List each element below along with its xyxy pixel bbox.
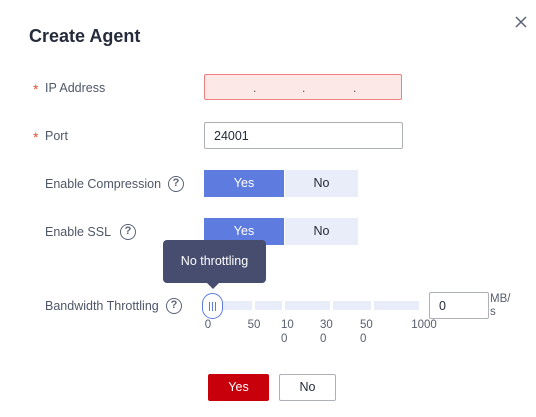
slider-track-segment[interactable] xyxy=(255,301,282,310)
compression-yes-button[interactable]: Yes xyxy=(204,170,284,197)
help-icon[interactable]: ? xyxy=(168,176,184,192)
confirm-button[interactable]: Yes xyxy=(208,374,269,401)
ip-address-label: IP Address xyxy=(45,81,106,95)
dialog-title: Create Agent xyxy=(29,26,141,46)
ip-separator: . xyxy=(353,81,357,95)
required-marker: * xyxy=(33,81,39,97)
required-marker: * xyxy=(33,129,39,145)
slider-track-segment[interactable] xyxy=(285,301,330,310)
help-icon[interactable]: ? xyxy=(166,298,182,314)
tooltip-arrow xyxy=(207,283,219,289)
slider-track-segment[interactable] xyxy=(374,301,419,310)
grip-line xyxy=(214,302,216,311)
slider-tick-label: 30 0 xyxy=(320,319,333,345)
slider-track-segment[interactable] xyxy=(223,301,252,310)
compression-no-button[interactable]: No xyxy=(285,170,358,197)
help-icon[interactable]: ? xyxy=(120,224,136,240)
port-label: Port xyxy=(45,129,68,143)
grip-line xyxy=(208,302,210,311)
slider-tick-label: 10 0 xyxy=(281,319,294,345)
bandwidth-label: Bandwidth Throttling xyxy=(45,299,159,313)
port-input[interactable]: 24001 xyxy=(204,122,403,149)
slider-track-segment[interactable] xyxy=(333,301,371,310)
bandwidth-unit: MB/s xyxy=(490,293,511,318)
slider-tick-label: 0 xyxy=(204,319,212,331)
close-icon[interactable] xyxy=(511,12,531,32)
slider-handle[interactable] xyxy=(202,293,223,319)
slider-tick-label: 50 0 xyxy=(360,319,373,345)
slider-tick-label: 50 xyxy=(247,319,261,331)
compression-label: Enable Compression xyxy=(45,177,162,191)
ip-separator: . xyxy=(253,81,257,95)
ssl-label: Enable SSL xyxy=(45,225,112,239)
slider-tick-label: 1000 xyxy=(411,319,437,331)
ip-address-input[interactable]: . . . xyxy=(204,74,402,100)
cancel-button[interactable]: No xyxy=(279,374,336,401)
ssl-no-button[interactable]: No xyxy=(285,218,358,245)
grip-line xyxy=(211,302,213,311)
bandwidth-value-input[interactable]: 0 xyxy=(429,292,489,319)
create-agent-dialog: Create Agent * IP Address . . . * Port 2… xyxy=(0,0,536,417)
slider-tooltip: No throttling xyxy=(163,240,266,283)
ip-separator: . xyxy=(302,81,306,95)
